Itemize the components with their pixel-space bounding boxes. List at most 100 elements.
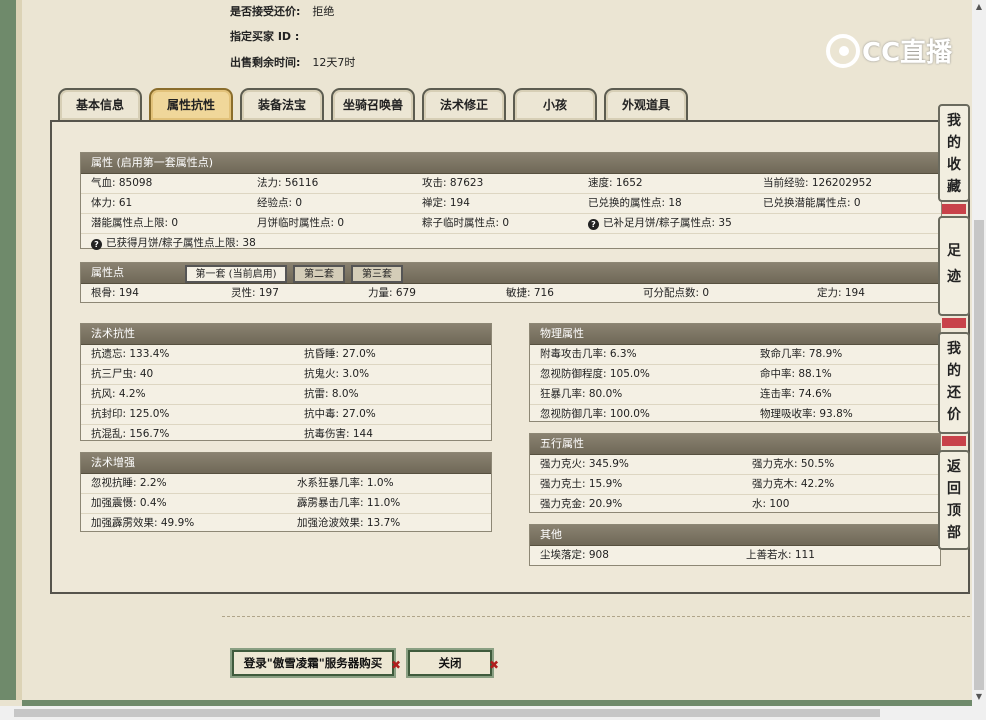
stat-cell: 水系狂暴几率: 1.0% [297, 477, 394, 489]
stat-cell: 强力克木: 42.2% [752, 478, 835, 490]
cc-logo-icon [826, 33, 860, 68]
close-label: 关闭 [438, 656, 462, 670]
attributes-row: ? 已获得月饼/粽子属性点上限: 38 [81, 234, 941, 253]
stat-cell: 忽视防御程度: 105.0% [540, 368, 650, 380]
spell-resist-row: 抗风: 4.2% 抗雷: 8.0% [81, 385, 491, 405]
attr-cell: 已兑换潜能属性点: 0 [763, 197, 861, 209]
footprints-button[interactable]: 足迹 [938, 216, 970, 316]
stat-cell: 抗三尸虫: 40 [91, 368, 154, 380]
stat-cell: 抗昏睡: 27.0% [304, 348, 376, 360]
attr-cell: 攻击: 87623 [422, 177, 484, 189]
close-button[interactable]: 关闭 ✖ [406, 648, 499, 678]
side-button-char: 我 [947, 341, 961, 357]
buyer-line: 指定买家 ID : [230, 28, 311, 44]
scroll-up-icon[interactable]: ▲ [974, 2, 984, 12]
tab-content: 属性 (启用第一套属性点) 气血: 85098 法力: 56116 攻击: 87… [50, 120, 970, 594]
spell-boost-row: 加强霹雳效果: 49.9% 加强沧波效果: 13.7% [81, 514, 491, 533]
side-button-char: 的 [947, 135, 961, 151]
tab-equipment[interactable]: 装备法宝 [240, 88, 324, 120]
divider [222, 616, 970, 617]
attr-cell: 粽子临时属性点: 0 [422, 217, 510, 229]
attr-point-cell: 根骨: 194 [91, 287, 139, 299]
side-button-char: 收 [947, 157, 961, 173]
horizontal-scroll-thumb[interactable] [14, 709, 880, 717]
stat-cell: 霹雳暴击几率: 11.0% [297, 497, 401, 509]
subtab-set-1[interactable]: 第一套 (当前启用) [185, 265, 287, 283]
tab-child[interactable]: 小孩 [513, 88, 597, 120]
attributes-row: 体力: 61 经验点: 0 禅定: 194 已兑换的属性点: 18 已兑换潜能属… [81, 194, 941, 214]
attr-cell: 已兑换的属性点: 18 [588, 197, 682, 209]
attr-note: ? 已获得月饼/粽子属性点上限: 38 [91, 234, 256, 253]
attr-note-text: 已获得月饼/粽子属性点上限: 38 [106, 237, 256, 249]
accept-bargain-label: 是否接受还价: [230, 5, 301, 18]
spell-boost-row: 加强震慑: 0.4% 霹雳暴击几率: 11.0% [81, 494, 491, 514]
physical-row: 忽视防御几率: 100.0% 物理吸收率: 93.8% [530, 405, 940, 424]
cc-live-logo: CC直播 [826, 32, 956, 72]
tab-basic-info[interactable]: 基本信息 [58, 88, 142, 120]
attr-cell: 法力: 56116 [257, 177, 319, 189]
attr-point-cell: 敏捷: 716 [506, 287, 554, 299]
side-divider [942, 318, 966, 328]
side-button-char: 回 [947, 481, 961, 497]
accept-bargain-line: 是否接受还价: 拒绝 [230, 3, 334, 19]
attr-cell: 当前经验: 126202952 [763, 177, 872, 189]
question-icon[interactable]: ? [588, 219, 599, 230]
stat-cell: 强力克水: 50.5% [752, 458, 835, 470]
stat-cell: 致命几率: 78.9% [760, 348, 843, 360]
five-elements-panel: 五行属性 强力克火: 345.9% 强力克水: 50.5% 强力克土: 15.9%… [529, 433, 941, 513]
page: 是否接受还价: 拒绝 指定买家 ID : 出售剩余时间: 12天7时 CC直播 基本… [0, 0, 986, 720]
back-to-top-button[interactable]: 返回顶部 [938, 450, 970, 550]
physical-title: 物理属性 [530, 324, 940, 345]
tab-spell-mod[interactable]: 法术修正 [422, 88, 506, 120]
side-divider [942, 436, 966, 446]
tab-appearance[interactable]: 外观道具 [604, 88, 688, 120]
physical-row: 附毒攻击几率: 6.3% 致命几率: 78.9% [530, 345, 940, 365]
side-divider [942, 204, 966, 214]
physical-row: 狂暴几率: 80.0% 连击率: 74.6% [530, 385, 940, 405]
stat-cell: 尘埃落定: 908 [540, 549, 609, 561]
horizontal-scrollbar[interactable] [0, 706, 986, 720]
subtab-set-3[interactable]: 第三套 [351, 265, 403, 283]
login-server-buy-button[interactable]: 登录"傲雪凌霜"服务器购买 ✖ [230, 648, 401, 678]
vertical-scroll-thumb[interactable] [974, 220, 984, 690]
stat-cell: 抗中毒: 27.0% [304, 408, 376, 420]
stat-cell: 强力克金: 20.9% [540, 498, 623, 510]
stat-cell: 连击率: 74.6% [760, 388, 832, 400]
attr-cell: 气血: 85098 [91, 177, 153, 189]
stat-cell: 抗鬼火: 3.0% [304, 368, 370, 380]
my-favorites-button[interactable]: 我的收藏 [938, 104, 970, 202]
attr-cell: 潜能属性点上限: 0 [91, 217, 179, 229]
stat-cell: 命中率: 88.1% [760, 368, 832, 380]
side-button-char: 返 [947, 459, 961, 475]
physical-panel: 物理属性 附毒攻击几率: 6.3% 致命几率: 78.9% 忽视防御程度: 105… [529, 323, 941, 422]
attr-point-cell: 定力: 194 [817, 287, 865, 299]
stat-cell: 加强震慑: 0.4% [91, 497, 167, 509]
remaining-label: 出售剩余时间: [230, 56, 301, 69]
spell-boost-panel: 法术增强 忽视抗睡: 2.2% 水系狂暴几率: 1.0% 加强震慑: 0.4% 霹雳… [80, 452, 492, 532]
stat-cell: 抗毒伤害: 144 [304, 428, 373, 440]
side-button-char: 价 [947, 407, 961, 423]
my-bargain-button[interactable]: 我的还价 [938, 332, 970, 434]
stat-cell: 忽视防御几率: 100.0% [540, 408, 650, 420]
stat-cell: 加强沧波效果: 13.7% [297, 517, 401, 529]
stat-cell: 抗封印: 125.0% [91, 408, 170, 420]
stat-cell: 抗风: 4.2% [91, 388, 146, 400]
spell-resist-panel: 法术抗性 抗遗忘: 133.4% 抗昏睡: 27.0% 抗三尸虫: 40 抗鬼火: … [80, 323, 492, 441]
spell-resist-row: 抗混乱: 156.7% 抗毒伤害: 144 [81, 425, 491, 444]
tab-attributes-resist[interactable]: 属性抗性 [149, 88, 233, 120]
vertical-scrollbar[interactable]: ▲ ▼ [972, 0, 986, 706]
stat-cell: 上善若水: 111 [746, 549, 815, 561]
tab-mount-summon[interactable]: 坐骑召唤兽 [331, 88, 415, 120]
close-x-icon: ✖ [488, 658, 499, 672]
side-button-char: 的 [947, 363, 961, 379]
subtab-set-2[interactable]: 第二套 [293, 265, 345, 283]
attr-cell: 经验点: 0 [257, 197, 303, 209]
attr-points-panel: 属性点 第一套 (当前启用) 第二套 第三套 根骨: 194 灵性: 197 力… [80, 262, 942, 303]
question-icon[interactable]: ? [91, 239, 102, 250]
scroll-down-icon[interactable]: ▼ [974, 692, 984, 702]
attr-point-cell: 可分配点数: 0 [643, 287, 710, 299]
other-title: 其他 [530, 525, 940, 546]
spell-boost-title: 法术增强 [81, 453, 491, 474]
buyer-label: 指定买家 ID : [230, 30, 300, 43]
attr-point-cell: 力量: 679 [368, 287, 416, 299]
